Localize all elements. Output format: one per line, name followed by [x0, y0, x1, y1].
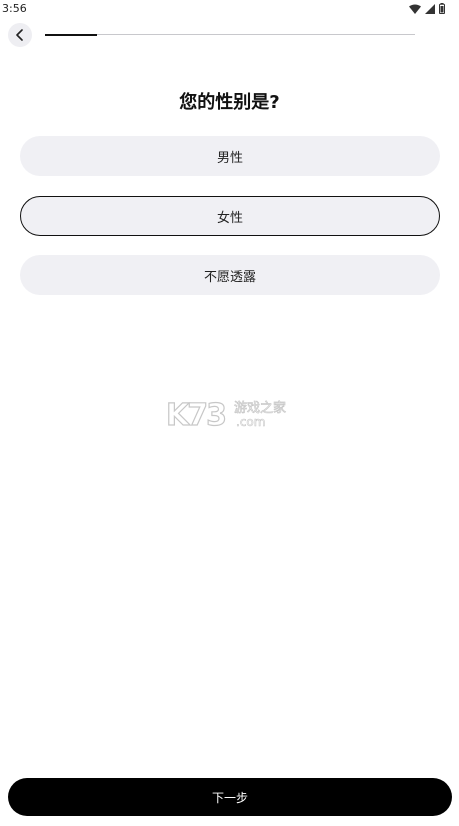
next-button[interactable]: 下一步 [8, 778, 452, 816]
status-bar: 3:56 [0, 0, 459, 18]
back-button[interactable] [8, 23, 32, 47]
question-title: 您的性别是? [179, 92, 280, 113]
status-time: 3:56 [2, 2, 27, 15]
next-button-label: 下一步 [211, 790, 248, 805]
battery-icon [439, 3, 445, 14]
watermark-logo: K73 游戏之家 .com [165, 396, 296, 433]
svg-text:.com: .com [236, 415, 265, 429]
signal-icon [425, 3, 435, 14]
progress-bar [45, 33, 415, 36]
option-label: 女性 [216, 210, 243, 226]
option-label: 男性 [216, 150, 243, 166]
svg-text:游戏之家: 游戏之家 [234, 400, 286, 416]
status-icons [409, 3, 445, 14]
wifi-icon [409, 4, 421, 14]
option-male[interactable]: 男性 [20, 136, 440, 176]
option-label: 不愿透露 [203, 269, 256, 285]
svg-text:K73: K73 [166, 398, 225, 430]
progress-fill [45, 33, 97, 36]
option-female[interactable]: 女性 [20, 196, 440, 236]
option-prefer-not-to-say[interactable]: 不愿透露 [20, 255, 440, 295]
chevron-left-icon [15, 26, 25, 45]
